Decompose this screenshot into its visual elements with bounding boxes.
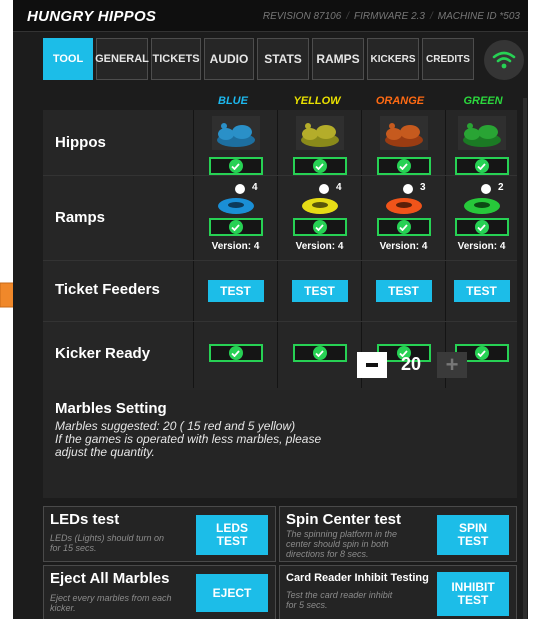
revision-text: REVISION 87106 — [262, 11, 342, 22]
yellow-ramp-count: 4 — [335, 182, 342, 193]
scrollbar[interactable] — [523, 98, 527, 619]
yellow-kicker-status — [292, 344, 347, 362]
tab-general[interactable]: GENERAL — [95, 38, 149, 80]
marbles-setting-section: Marbles Setting Marbles suggested: 20 ( … — [43, 390, 517, 498]
eject-marbles-description: Eject every marbles from each kicker. — [50, 593, 172, 613]
blue-ramp-count: 4 — [251, 182, 258, 193]
tab-audio[interactable]: AUDIO — [204, 38, 254, 80]
card-reader-desc-line: Test the card reader inhibit — [286, 590, 393, 600]
green-hippo-status — [454, 157, 509, 175]
machine-info: REVISION 87106/FIRMWARE 2.3/MACHINE ID *… — [262, 11, 520, 22]
marbles-quantity: 20 — [400, 354, 422, 374]
eject-marbles-card: Eject All Marbles Eject every marbles fr… — [43, 565, 276, 619]
tab-bar: TOOL GENERAL TICKETS AUDIO STATS RAMPS K… — [43, 38, 474, 80]
inhibit-test-button[interactable]: INHIBIT TEST — [437, 572, 509, 616]
wifi-button[interactable] — [484, 40, 524, 80]
yellow-hippo-status — [292, 157, 347, 175]
column-header-orange: ORANGE — [375, 95, 425, 107]
spin-desc-line: The spinning platform in the — [286, 529, 398, 539]
marbles-desc-line: adjust the quantity. — [55, 445, 155, 459]
green-hippo-icon — [457, 116, 506, 150]
tab-kickers[interactable]: KICKERS — [367, 38, 419, 80]
orange-hippo-icon — [379, 116, 428, 150]
spin-desc-line: directions for 8 secs. — [286, 549, 369, 559]
green-ramp-count: 2 — [497, 182, 504, 193]
orange-ramp-count: 3 — [419, 182, 426, 193]
kicker-ready-label: Kicker Ready — [55, 345, 151, 362]
marbles-setting-description: Marbles suggested: 20 ( 15 red and 5 yel… — [55, 420, 375, 459]
column-headers: BLUE YELLOW ORANGE GREEN — [193, 95, 517, 109]
eject-marbles-title: Eject All Marbles — [50, 570, 170, 587]
app-title: HUNGRY HIPPOS — [27, 8, 157, 25]
leds-test-button[interactable]: LEDS TEST — [196, 515, 268, 555]
eject-desc-line: Eject every marbles from each — [50, 593, 172, 603]
status-panel: Hippos Ramps 4 Version: 4 4 Version: 4 3… — [43, 110, 517, 498]
tab-tool[interactable]: TOOL — [43, 38, 93, 80]
leds-desc-line: LEDs (Lights) should turn on — [50, 533, 165, 543]
spin-test-button[interactable]: SPIN TEST — [437, 515, 509, 555]
decrease-marbles-button[interactable] — [357, 352, 387, 378]
green-ticket-test-button[interactable]: TEST — [453, 280, 510, 302]
tab-tickets[interactable]: TICKETS — [151, 38, 201, 80]
firmware-text: FIRMWARE 2.3 — [354, 11, 425, 22]
yellow-hippo-icon — [295, 116, 344, 150]
eject-desc-line: kicker. — [50, 603, 76, 613]
app-window: HUNGRY HIPPOS REVISION 87106/FIRMWARE 2.… — [13, 0, 528, 619]
green-ramp-version: Version: 4 — [457, 241, 506, 252]
ticket-feeders-label: Ticket Feeders — [55, 281, 160, 298]
column-header-yellow: YELLOW — [293, 95, 341, 107]
ticket-feeders-row: Ticket Feeders TEST TEST TEST TEST — [43, 261, 517, 322]
orange-hippo-status — [376, 157, 431, 175]
increase-marbles-button[interactable]: + — [437, 352, 467, 378]
spin-center-test-title: Spin Center test — [286, 511, 402, 528]
yellow-ticket-test-button[interactable]: TEST — [291, 280, 348, 302]
card-reader-inhibit-title: Card Reader Inhibit Testing — [286, 572, 429, 584]
marbles-setting-title: Marbles Setting — [55, 400, 167, 417]
tab-ramps[interactable]: RAMPS — [312, 38, 364, 80]
blue-hippo-icon — [211, 116, 260, 150]
blue-kicker-status — [208, 344, 263, 362]
spin-desc-line: center should spin in both — [286, 539, 389, 549]
blue-ramp-version: Version: 4 — [211, 241, 260, 252]
blue-ticket-test-button[interactable]: TEST — [207, 280, 264, 302]
card-reader-inhibit-card: Card Reader Inhibit Testing Test the car… — [279, 565, 517, 619]
green-ramp-status — [454, 218, 509, 236]
wifi-icon — [492, 51, 516, 69]
ramps-label: Ramps — [55, 209, 106, 226]
column-header-blue: BLUE — [218, 95, 248, 107]
yellow-ramp-version: Version: 4 — [295, 241, 344, 252]
blue-hippo-status — [208, 157, 263, 175]
leds-test-card: LEDs test LEDs (Lights) should turn on f… — [43, 506, 276, 562]
card-reader-desc-line: for 5 secs. — [286, 600, 328, 610]
yellow-ramp-status — [292, 218, 347, 236]
card-reader-inhibit-description: Test the card reader inhibit for 5 secs. — [286, 590, 392, 610]
orange-ramp-status — [376, 218, 431, 236]
tab-credits[interactable]: CREDITS — [422, 38, 474, 80]
machine-id-text: MACHINE ID *503 — [437, 11, 520, 22]
blue-ramp-status — [208, 218, 263, 236]
plus-icon: + — [445, 352, 459, 377]
hippos-label: Hippos — [55, 134, 106, 151]
leds-test-description: LEDs (Lights) should turn on for 15 secs… — [50, 533, 164, 553]
hippos-row: Hippos — [43, 110, 517, 176]
minus-icon — [366, 363, 378, 367]
eject-button[interactable]: EJECT — [196, 574, 268, 612]
tab-stats[interactable]: STATS — [257, 38, 309, 80]
orange-ticket-test-button[interactable]: TEST — [375, 280, 432, 302]
leds-desc-line: for 15 secs. — [50, 543, 97, 553]
ramps-row: Ramps 4 Version: 4 4 Version: 4 3 Versio… — [43, 176, 517, 261]
spin-center-test-card: Spin Center test The spinning platform i… — [279, 506, 517, 562]
leds-test-title: LEDs test — [50, 511, 120, 528]
orange-ramp-version: Version: 4 — [379, 241, 428, 252]
spin-center-test-description: The spinning platform in the center shou… — [286, 529, 397, 559]
column-header-green: GREEN — [463, 95, 503, 107]
top-bar: HUNGRY HIPPOS REVISION 87106/FIRMWARE 2.… — [13, 0, 528, 32]
